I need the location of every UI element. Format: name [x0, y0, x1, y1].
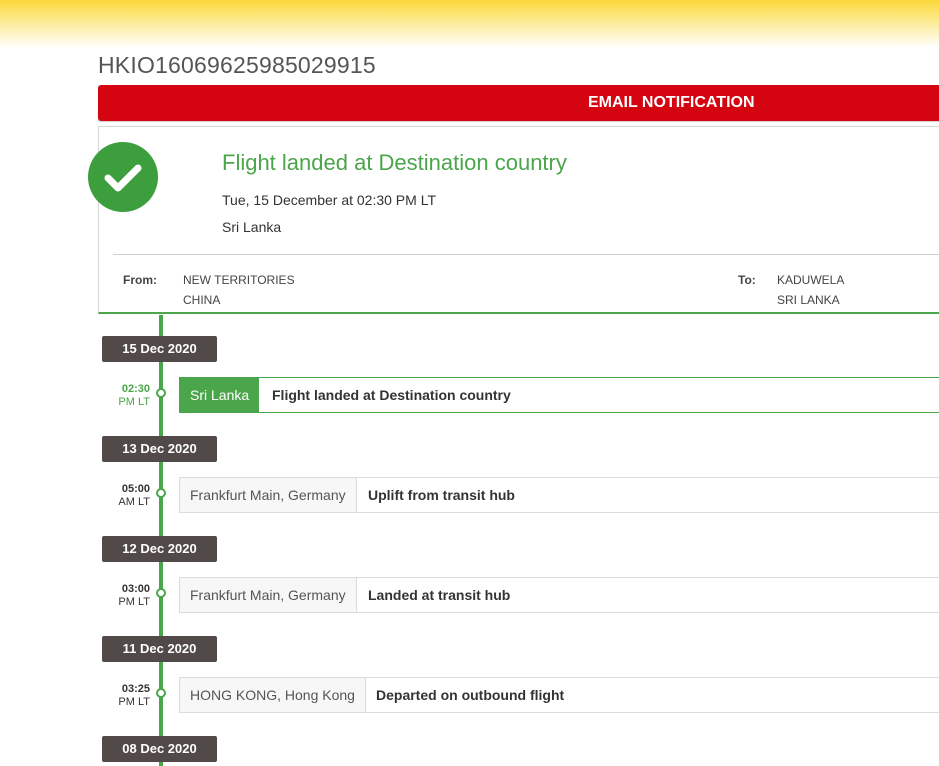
timeline-dot [156, 588, 166, 598]
timeline-dot [156, 488, 166, 498]
status-location: Sri Lanka [222, 219, 282, 235]
date-chip: 08 Dec 2020 [102, 736, 217, 762]
to-address-line1: KADUWELA [777, 273, 845, 287]
email-notification-label: EMAIL NOTIFICATION [588, 94, 755, 111]
header-gradient [0, 0, 939, 48]
event-time-value: 02:30 [121, 383, 150, 395]
event-time: 03:25 PM LT [104, 683, 150, 709]
status-title: Flight landed at Destination country [222, 150, 567, 175]
event-time: 02:30 PM LT [104, 383, 150, 409]
event-description: Landed at transit hub [368, 587, 511, 603]
event-time-suffix: PM LT [118, 596, 150, 608]
event-location: Frankfurt Main, Germany [180, 578, 357, 612]
to-label: To: [738, 273, 756, 287]
event-row[interactable]: Sri Lanka Flight landed at Destination c… [179, 377, 939, 413]
from-address-line1: NEW TERRITORIES [183, 273, 295, 287]
event-time-suffix: AM LT [118, 496, 150, 508]
date-chip: 13 Dec 2020 [102, 436, 217, 462]
date-chip: 15 Dec 2020 [102, 336, 217, 362]
to-address: KADUWELA SRI LANKA [777, 270, 844, 310]
timeline-dot [156, 388, 166, 398]
timeline-dot [156, 688, 166, 698]
status-date: Tue, 15 December at 02:30 PM LT [222, 192, 436, 208]
event-time-value: 03:00 [121, 583, 150, 595]
event-time: 05:00 AM LT [104, 483, 150, 509]
event-time: 03:00 PM LT [104, 583, 150, 609]
event-description: Uplift from transit hub [368, 487, 515, 503]
event-description: Departed on outbound flight [376, 687, 565, 703]
tracking-number: HKIO16069625985029915 [98, 52, 376, 78]
event-row[interactable]: Frankfurt Main, Germany Landed at transi… [179, 577, 939, 613]
date-chip: 11 Dec 2020 [102, 636, 217, 662]
event-description: Flight landed at Destination country [272, 387, 511, 403]
event-location: Sri Lanka [180, 378, 260, 412]
event-time-suffix: PM LT [118, 396, 150, 408]
check-icon [88, 142, 158, 212]
event-row[interactable]: Frankfurt Main, Germany Uplift from tran… [179, 477, 939, 513]
event-location: HONG KONG, Hong Kong [180, 678, 366, 712]
event-time-value: 03:25 [121, 683, 150, 695]
event-time-value: 05:00 [121, 483, 150, 495]
from-address-line2: CHINA [183, 293, 221, 307]
date-chip: 12 Dec 2020 [102, 536, 217, 562]
to-address-line2: SRI LANKA [777, 293, 840, 307]
event-row[interactable]: HONG KONG, Hong Kong Departed on outboun… [179, 677, 939, 713]
event-time-suffix: PM LT [118, 696, 150, 708]
email-notification-button[interactable]: EMAIL NOTIFICATION [98, 85, 939, 121]
from-address: NEW TERRITORIES CHINA [183, 270, 295, 310]
divider [113, 254, 939, 255]
event-location: Frankfurt Main, Germany [180, 478, 357, 512]
from-label: From: [123, 273, 157, 287]
